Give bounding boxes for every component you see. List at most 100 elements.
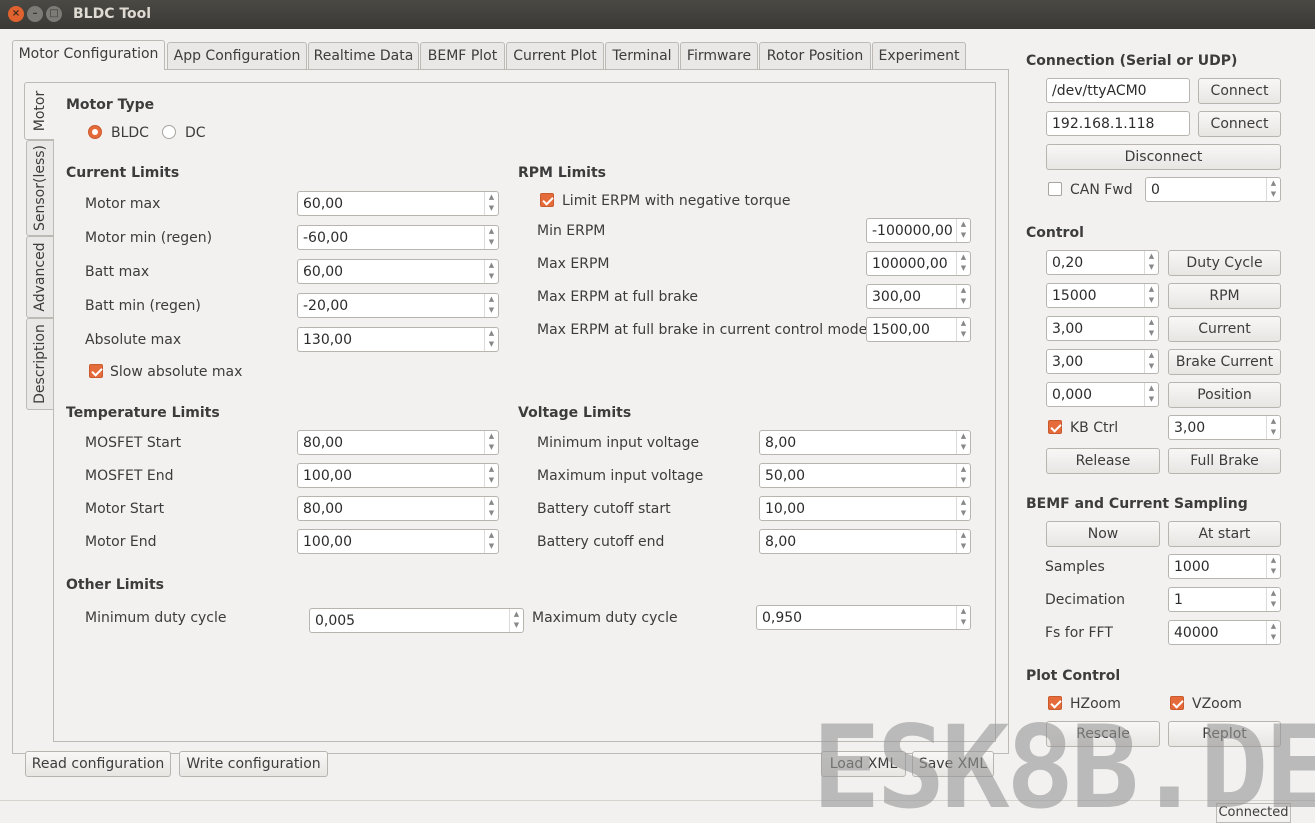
spin-down-icon[interactable]: ▼ <box>1267 189 1280 200</box>
full-brake-button[interactable]: Full Brake <box>1168 448 1281 474</box>
vtab-description[interactable]: Description <box>26 318 53 410</box>
load-xml-button[interactable]: Load XML <box>821 751 906 777</box>
spin-down-icon[interactable]: ▼ <box>510 620 523 631</box>
spin-down-icon[interactable]: ▼ <box>1267 566 1280 577</box>
rpm-max-erpm-at-full-brake-in-current-control-mode-input[interactable] <box>867 318 956 341</box>
kb-ctrl-spinbox[interactable]: ▲▼ <box>1168 415 1281 440</box>
volt-maximum-input-voltage-input[interactable] <box>760 464 956 487</box>
spin-down-icon[interactable]: ▼ <box>957 230 970 241</box>
can-fwd-spinbox[interactable]: ▲▼ <box>1145 177 1281 202</box>
spin-down-icon[interactable]: ▼ <box>485 475 498 486</box>
kb-ctrl-checkbox[interactable] <box>1048 420 1062 434</box>
spin-up-icon[interactable]: ▲ <box>1267 555 1280 566</box>
spin-up-icon[interactable]: ▲ <box>485 294 498 305</box>
tab-bemf-plot[interactable]: BEMF Plot <box>420 42 505 69</box>
samples-spinbox[interactable]: ▲▼ <box>1168 554 1281 579</box>
spin-up-icon[interactable]: ▲ <box>1145 284 1158 295</box>
volt-minimum-input-voltage-input[interactable] <box>760 431 956 454</box>
connect-serial-button[interactable]: Connect <box>1198 78 1281 104</box>
serial-port-input[interactable] <box>1047 79 1189 102</box>
replot-button[interactable]: Replot <box>1168 721 1281 747</box>
spin-up-icon[interactable]: ▲ <box>1145 383 1158 394</box>
tab-experiment[interactable]: Experiment <box>872 42 966 69</box>
tab-app-configuration[interactable]: App Configuration <box>167 42 307 69</box>
vzoom-checkbox[interactable] <box>1170 696 1184 710</box>
minimize-window-icon[interactable]: – <box>27 6 43 22</box>
spin-up-icon[interactable]: ▲ <box>957 464 970 475</box>
volt-battery-cutoff-end-spinbox[interactable]: ▲▼ <box>759 529 971 554</box>
connect-udp-button[interactable]: Connect <box>1198 111 1281 137</box>
samples-input[interactable] <box>1169 555 1266 578</box>
serial-port-field[interactable] <box>1046 78 1190 103</box>
spin-down-icon[interactable]: ▼ <box>1267 599 1280 610</box>
spin-up-icon[interactable]: ▲ <box>1267 416 1280 427</box>
vtab-sensorless[interactable]: Sensor(less) <box>26 140 53 236</box>
spin-up-icon[interactable]: ▲ <box>485 226 498 237</box>
vtab-motor[interactable]: Motor <box>24 82 54 140</box>
control-position-input[interactable] <box>1047 383 1144 406</box>
spin-up-icon[interactable]: ▲ <box>485 530 498 541</box>
min-duty-input[interactable] <box>310 609 509 632</box>
volt-minimum-input-voltage-spinbox[interactable]: ▲▼ <box>759 430 971 455</box>
current-motor-min-regen-input[interactable] <box>298 226 484 249</box>
bldc-radio[interactable] <box>88 125 102 139</box>
spin-up-icon[interactable]: ▲ <box>1145 317 1158 328</box>
rescale-button[interactable]: Rescale <box>1046 721 1160 747</box>
current-batt-max-spinbox[interactable]: ▲▼ <box>297 259 499 284</box>
temp-mosfet-start-input[interactable] <box>298 431 484 454</box>
udp-address-input[interactable] <box>1047 112 1189 135</box>
current-motor-min-regen-spinbox[interactable]: ▲▼ <box>297 225 499 250</box>
release-button[interactable]: Release <box>1046 448 1160 474</box>
brake-current-button[interactable]: Brake Current <box>1168 349 1281 375</box>
spin-up-icon[interactable]: ▲ <box>957 219 970 230</box>
spin-up-icon[interactable]: ▲ <box>957 431 970 442</box>
spin-up-icon[interactable]: ▲ <box>485 464 498 475</box>
temp-mosfet-end-spinbox[interactable]: ▲▼ <box>297 463 499 488</box>
control-rpm-input[interactable] <box>1047 284 1144 307</box>
spin-down-icon[interactable]: ▼ <box>1145 262 1158 273</box>
spin-up-icon[interactable]: ▲ <box>510 609 523 620</box>
volt-maximum-input-voltage-spinbox[interactable]: ▲▼ <box>759 463 971 488</box>
fs-for-fft-spinbox[interactable]: ▲▼ <box>1168 620 1281 645</box>
spin-down-icon[interactable]: ▼ <box>1267 632 1280 643</box>
spin-up-icon[interactable]: ▲ <box>957 252 970 263</box>
vtab-advanced[interactable]: Advanced <box>26 236 53 318</box>
current-batt-max-input[interactable] <box>298 260 484 283</box>
temp-motor-start-input[interactable] <box>298 497 484 520</box>
tab-firmware[interactable]: Firmware <box>680 42 758 69</box>
spin-down-icon[interactable]: ▼ <box>957 296 970 307</box>
hzoom-checkbox[interactable] <box>1048 696 1062 710</box>
spin-up-icon[interactable]: ▲ <box>485 260 498 271</box>
rpm-max-erpm-input[interactable] <box>867 252 956 275</box>
dc-radio[interactable] <box>162 125 176 139</box>
tab-motor-configuration[interactable]: Motor Configuration <box>12 40 165 70</box>
tab-rotor-position[interactable]: Rotor Position <box>759 42 871 69</box>
spin-up-icon[interactable]: ▲ <box>485 192 498 203</box>
control-rpm-spinbox[interactable]: ▲▼ <box>1046 283 1159 308</box>
current-absolute-max-input[interactable] <box>298 328 484 351</box>
save-xml-button[interactable]: Save XML <box>912 751 994 777</box>
control-duty-cycle-spinbox[interactable]: ▲▼ <box>1046 250 1159 275</box>
current-batt-min-regen-input[interactable] <box>298 294 484 317</box>
spin-down-icon[interactable]: ▼ <box>1145 394 1158 405</box>
current-motor-max-input[interactable] <box>298 192 484 215</box>
control-brake-current-input[interactable] <box>1047 350 1144 373</box>
close-window-icon[interactable]: × <box>8 6 24 22</box>
spin-up-icon[interactable]: ▲ <box>1267 178 1280 189</box>
spin-down-icon[interactable]: ▼ <box>1267 427 1280 438</box>
spin-down-icon[interactable]: ▼ <box>1145 328 1158 339</box>
spin-up-icon[interactable]: ▲ <box>957 606 970 617</box>
control-position-spinbox[interactable]: ▲▼ <box>1046 382 1159 407</box>
control-brake-current-spinbox[interactable]: ▲▼ <box>1046 349 1159 374</box>
can-fwd-checkbox[interactable] <box>1048 182 1062 196</box>
spin-up-icon[interactable]: ▲ <box>1267 588 1280 599</box>
control-current-spinbox[interactable]: ▲▼ <box>1046 316 1159 341</box>
min-duty-spinbox[interactable]: ▲▼ <box>309 608 524 633</box>
current-button[interactable]: Current <box>1168 316 1281 342</box>
can-fwd-input[interactable] <box>1146 178 1266 201</box>
fs-for-fft-input[interactable] <box>1169 621 1266 644</box>
write-configuration-button[interactable]: Write configuration <box>179 751 328 777</box>
tab-realtime-data[interactable]: Realtime Data <box>308 42 419 69</box>
control-duty-cycle-input[interactable] <box>1047 251 1144 274</box>
rpm-min-erpm-spinbox[interactable]: ▲▼ <box>866 218 971 243</box>
